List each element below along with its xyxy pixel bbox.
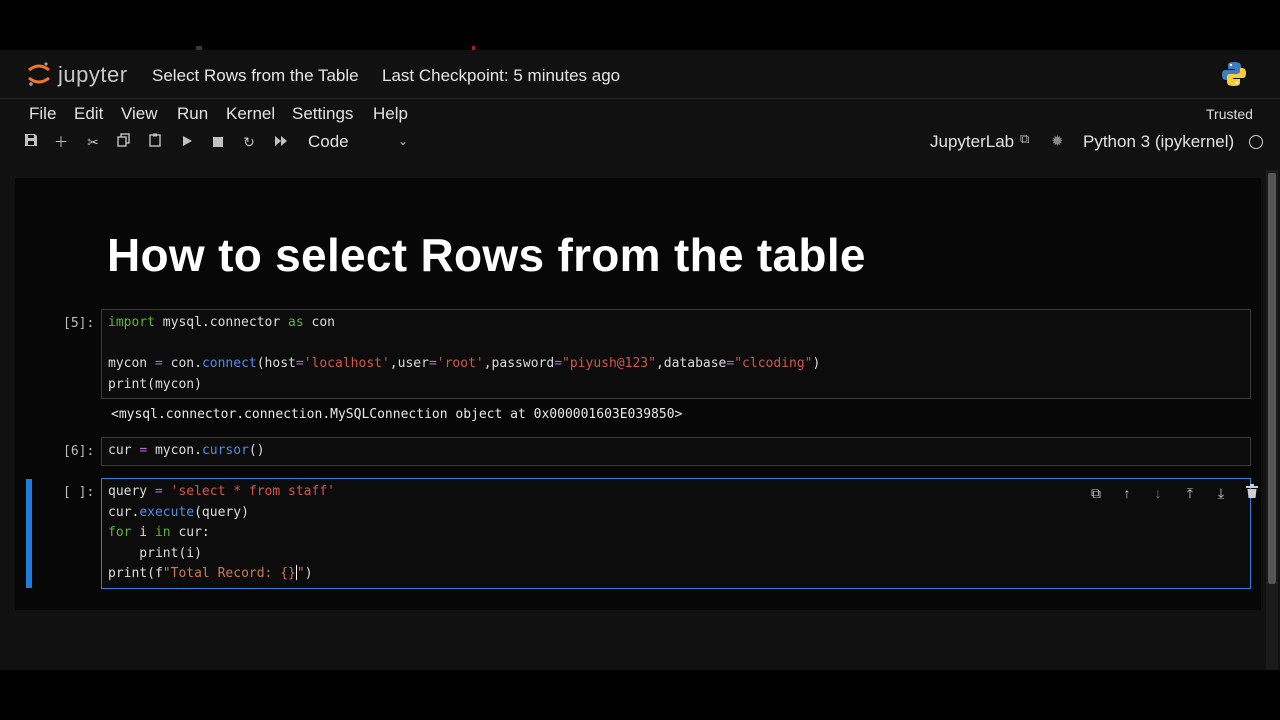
video-top-strip [0, 0, 1280, 50]
stop-icon[interactable] [208, 132, 228, 152]
active-cell-indicator [26, 479, 32, 588]
menu-file[interactable]: File [29, 104, 56, 124]
menu-bar: File Edit View Run Kernel Settings Help … [0, 98, 1280, 128]
menu-kernel[interactable]: Kernel [226, 104, 275, 124]
kernel-status-icon [1249, 135, 1263, 149]
cell-prompt: [5]: [63, 316, 95, 331]
scrollbar-thumb[interactable] [1268, 173, 1276, 584]
notebook-area: How to select Rows from the table [5]: i… [15, 178, 1261, 610]
menu-view[interactable]: View [121, 104, 158, 124]
code-editor[interactable]: import mysql.connector as con mycon = co… [108, 313, 820, 395]
jupyter-logo-icon [28, 62, 50, 86]
insert-above-icon[interactable]: ⤒ [1181, 484, 1199, 502]
code-editor[interactable]: cur = mycon.cursor() [108, 441, 265, 462]
menu-settings[interactable]: Settings [292, 104, 353, 124]
cell-prompt: [ ]: [63, 485, 95, 500]
markdown-heading: How to select Rows from the table [107, 229, 866, 281]
notebook-title[interactable]: Select Rows from the Table [152, 66, 359, 86]
video-bottom-strip [0, 670, 1280, 720]
code-cell-active[interactable]: query = 'select * from staff' cur.execut… [101, 478, 1251, 589]
scrollbar[interactable] [1266, 170, 1278, 670]
cell-toolbar: ⧉ ↑ ↓ ⤒ ⤓ [1081, 484, 1258, 502]
plus-icon[interactable]: ＋ [51, 132, 71, 152]
gear-icon[interactable]: ✹ [1051, 132, 1064, 150]
duplicate-cell-icon[interactable]: ⧉ [1087, 484, 1105, 502]
code-cell[interactable]: import mysql.connector as con mycon = co… [101, 309, 1251, 399]
jupyter-app: jupyter Select Rows from the Table Last … [0, 50, 1280, 670]
menu-help[interactable]: Help [373, 104, 408, 124]
menu-edit[interactable]: Edit [74, 104, 103, 124]
save-icon[interactable] [21, 132, 41, 152]
menu-run[interactable]: Run [177, 104, 208, 124]
run-icon[interactable] [177, 132, 197, 152]
last-checkpoint: Last Checkpoint: 5 minutes ago [382, 66, 621, 85]
jupyter-brand[interactable]: jupyter [58, 62, 128, 88]
copy-icon[interactable] [114, 132, 134, 152]
header: jupyter Select Rows from the Table Last … [0, 50, 1280, 99]
kernel-name[interactable]: Python 3 (ipykernel) [1083, 132, 1234, 152]
chevron-down-icon: ⌄ [397, 134, 408, 148]
jupyterlab-link[interactable]: JupyterLab [930, 132, 1014, 152]
fast-forward-icon[interactable] [271, 132, 291, 152]
restart-icon[interactable]: ↻ [239, 132, 259, 152]
python-logo-icon [1222, 62, 1246, 86]
paste-icon[interactable] [145, 132, 165, 152]
cell-prompt: [6]: [63, 444, 95, 459]
move-up-icon[interactable]: ↑ [1118, 484, 1136, 502]
cell-type-value: Code [308, 132, 349, 151]
insert-below-icon[interactable]: ⤓ [1212, 484, 1230, 502]
code-cell[interactable]: cur = mycon.cursor() [101, 437, 1251, 466]
code-editor[interactable]: query = 'select * from staff' cur.execut… [108, 482, 335, 585]
delete-cell-icon[interactable] [1243, 484, 1261, 502]
toolbar: ＋ ✂ ↻ Code ⌄ JupyterLab ⧉ ✹ Python 3 (ip… [0, 128, 1280, 156]
cell-output: <mysql.connector.connection.MySQLConnect… [111, 407, 683, 422]
scissors-icon[interactable]: ✂ [83, 132, 103, 152]
move-down-icon[interactable]: ↓ [1149, 484, 1167, 502]
cell-type-dropdown[interactable]: Code ⌄ [300, 130, 412, 154]
external-link-icon: ⧉ [1020, 131, 1030, 146]
trusted-indicator[interactable]: Trusted [1206, 106, 1253, 122]
